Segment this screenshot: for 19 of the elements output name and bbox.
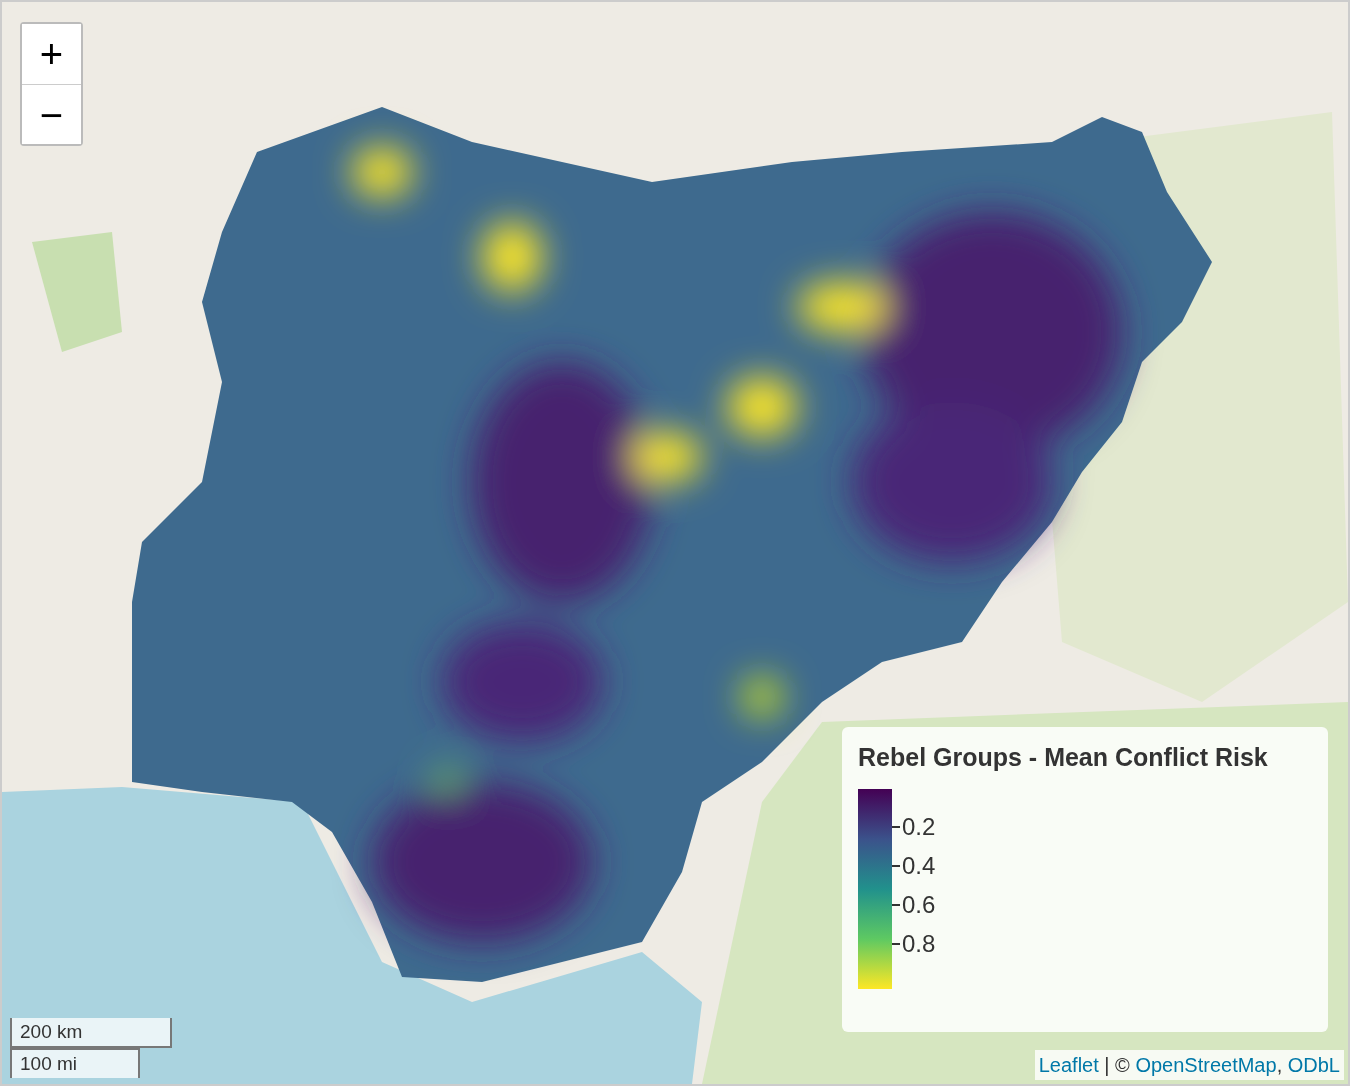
- attribution-text: ,: [1276, 1053, 1284, 1078]
- legend-tick-label: 0.4: [902, 853, 936, 878]
- attribution-link[interactable]: ODbL: [1287, 1050, 1340, 1080]
- legend-tick-label: 0.8: [902, 931, 936, 956]
- scale-bar: 200 km: [10, 1018, 172, 1048]
- high-risk-hotspot: [435, 768, 459, 792]
- high-risk-hotspot: [727, 377, 797, 437]
- scale-bar: 100 mi: [10, 1048, 140, 1078]
- attribution-link[interactable]: OpenStreetMap: [1135, 1050, 1277, 1080]
- legend-tick-label: 0.2: [902, 814, 936, 839]
- high-risk-hotspot: [742, 677, 782, 717]
- legend-tick-label: 0.6: [902, 892, 936, 917]
- high-risk-hotspot: [482, 222, 542, 292]
- high-risk-hotspot: [632, 432, 702, 482]
- attribution-link[interactable]: Leaflet: [1038, 1050, 1099, 1080]
- legend-title: Rebel Groups - Mean Conflict Risk: [858, 742, 1269, 773]
- zoom-out-button[interactable]: −: [22, 84, 81, 144]
- high-risk-hotspot: [352, 147, 412, 197]
- attribution-text: | ©: [1103, 1053, 1131, 1078]
